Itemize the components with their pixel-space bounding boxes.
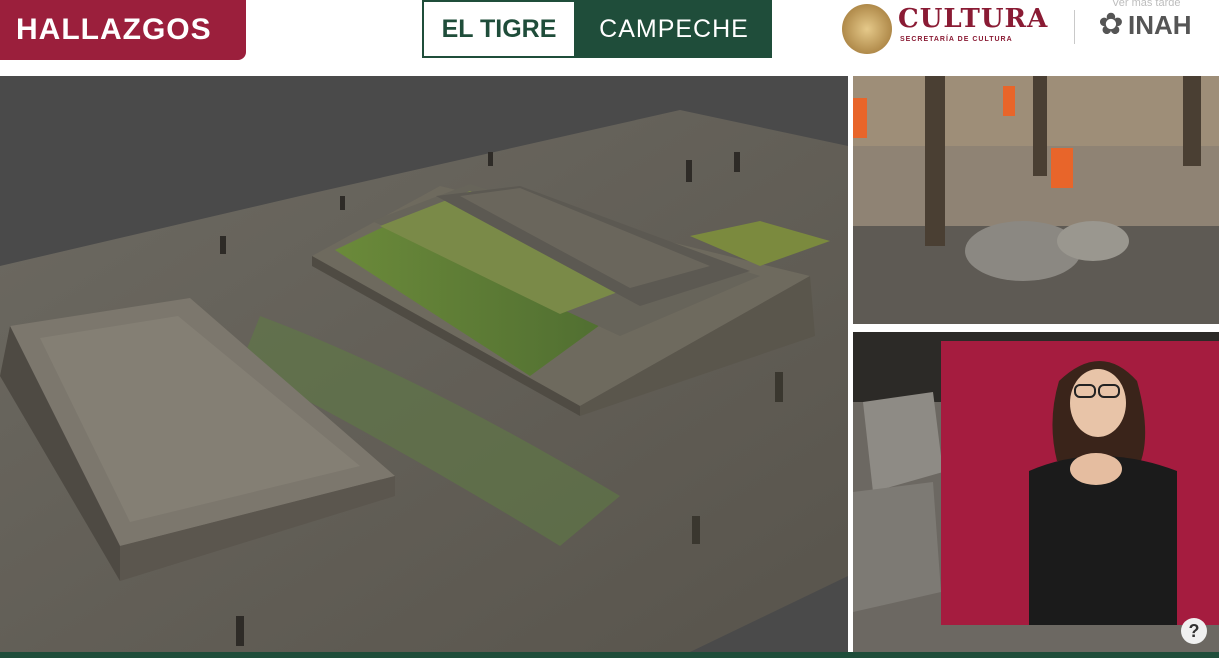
mexico-seal-icon [842,4,892,54]
agency-logo-text: CULTURA [898,4,1049,34]
help-icon[interactable]: ? [1181,618,1207,644]
bottom-bar [0,652,1219,658]
section-label: HALLAZGOS [0,0,246,60]
location-site: EL TIGRE [422,0,576,58]
excavation-render [853,76,1219,324]
agency-subtitle: SECRETARÍA DE CULTURA [900,36,1013,43]
location-state: CAMPECHE [576,0,772,58]
excavation-photo [853,76,1219,324]
model-render [0,76,848,652]
sign-language-interpreter [941,341,1219,625]
location-banner: EL TIGRE CAMPECHE [422,0,772,58]
inah-logo-text: INAH [1128,10,1192,40]
logo-divider [1074,10,1075,44]
site-3d-model [0,76,848,652]
header-bar: HALLAZGOS EL TIGRE CAMPECHE CULTURA SECR… [0,0,1219,76]
watch-later-button[interactable]: Ver más tarde [1112,0,1180,9]
interpreter-render [941,341,1219,625]
inah-logo-icon: ✿ [1098,8,1124,41]
